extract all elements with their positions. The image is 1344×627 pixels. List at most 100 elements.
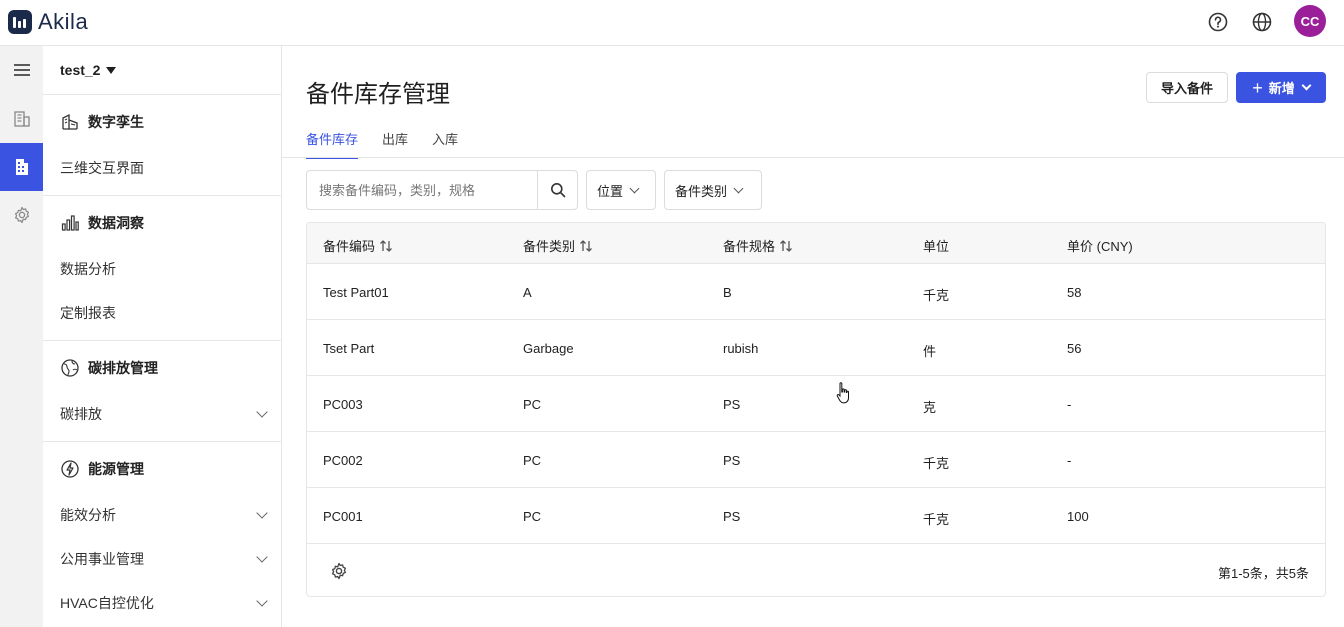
table-row[interactable]: PC001 PC PS 千克 100 [307,488,1325,544]
cell-unit: 千克 [923,456,950,471]
cell-category: PC [523,397,542,412]
earth-icon [61,359,79,377]
chevron-down-icon [256,551,268,563]
sidebar-item-carbon-emission[interactable]: 碳排放 [60,404,270,424]
tab-inbound[interactable]: 入库 [432,129,458,159]
chevron-down-icon [256,507,268,519]
tab-bar: 备件库存 出库 入库 [306,129,458,159]
table-row[interactable]: PC003 PC PS 克 - [307,376,1325,432]
filter-label: 备件类别 [675,183,728,199]
tab-spare-inventory[interactable]: 备件库存 [306,129,359,159]
divider [43,94,282,95]
sidebar-item-label: 数据分析 [60,261,116,277]
project-name: test_2 [60,62,101,78]
cell-code: PC003 [323,397,363,412]
cell-category: Garbage [523,341,574,356]
category-filter[interactable]: 备件类别 [664,170,762,210]
cell-category: PC [523,509,542,524]
column-label: 备件类别 [523,239,576,254]
chevron-down-icon [1301,80,1312,91]
cell-spec: PS [723,397,741,412]
cell-spec: PS [723,509,741,524]
cell-unit: 千克 [923,288,950,303]
globe-icon[interactable] [1251,11,1273,33]
rail-assets-button[interactable] [0,143,43,191]
column-label: 单位 [923,239,950,254]
top-bar: Akila CC [0,0,1344,46]
location-filter[interactable]: 位置 [586,170,656,210]
sidebar-item-label: 碳排放 [60,406,102,422]
help-icon[interactable] [1207,11,1229,33]
sidebar-item-data-analysis[interactable]: 数据分析 [60,259,270,279]
section-data-insight: 数据洞察 [60,213,144,233]
section-energy: 能源管理 [60,459,144,479]
cell-price: - [1067,453,1072,468]
sidebar: test_2 数字孪生 三维交互界面 数据洞察 数据分析 定制报表 碳排放管理 … [43,46,282,627]
divider [43,340,282,341]
table-row[interactable]: Tset Part Garbage rubish 件 56 [307,320,1325,376]
menu-toggle-button[interactable] [0,46,43,94]
column-label: 备件规格 [723,239,776,254]
cell-category: A [523,285,532,300]
rail-settings-button[interactable] [0,191,43,239]
import-parts-button[interactable]: 导入备件 [1146,72,1228,103]
sort-icon[interactable] [379,239,393,252]
sidebar-item-3d-interface[interactable]: 三维交互界面 [60,158,270,178]
cell-price: 58 [1067,285,1082,300]
table-row[interactable]: PC002 PC PS 千克 - [307,432,1325,488]
pagination-summary: 第1-5条，共5条 [1217,566,1309,581]
akila-logo[interactable]: Akila [8,9,88,35]
cell-unit: 件 [923,344,937,359]
search-input[interactable] [307,171,538,209]
hand-cursor-icon [836,382,849,404]
avatar[interactable]: CC [1294,5,1326,37]
column-header-price: 单价 (CNY) [1067,236,1133,255]
rail-building-button[interactable] [0,95,43,143]
column-label: 单价 (CNY) [1067,239,1133,254]
sort-icon[interactable] [579,239,593,252]
sidebar-item-label: HVAC自控优化 [60,595,154,611]
divider [43,195,282,196]
sidebar-item-label: 能效分析 [60,507,116,523]
cell-code: PC002 [323,453,363,468]
tab-outbound[interactable]: 出库 [382,129,408,159]
cell-spec: B [723,285,732,300]
cell-code: PC001 [323,509,363,524]
cell-unit: 千克 [923,512,950,527]
search-box [306,170,578,210]
add-new-label: 新增 [1268,81,1295,96]
table-settings-gear-icon[interactable] [330,562,348,580]
add-new-button[interactable]: + 新增 [1236,72,1326,103]
akila-logo-icon [8,10,32,34]
sidebar-item-utility-management[interactable]: 公用事业管理 [60,549,270,569]
bar-chart-icon [61,215,79,231]
search-button[interactable] [537,171,577,209]
chevron-down-icon [256,595,268,607]
app-name: Akila [38,9,89,34]
sidebar-item-energy-efficiency[interactable]: 能效分析 [60,505,270,525]
section-title: 碳排放管理 [88,360,158,376]
sidebar-item-label: 三维交互界面 [60,160,144,176]
spare-parts-table: 备件编码 备件类别 备件规格 单位 单价 (CNY) Test Part01 A… [306,222,1326,597]
section-title: 数据洞察 [88,215,144,231]
column-header-spec[interactable]: 备件规格 [723,236,793,255]
column-header-code[interactable]: 备件编码 [323,236,393,255]
gear-icon [14,206,29,224]
cell-price: 56 [1067,341,1082,356]
section-title: 数字孪生 [88,114,144,130]
sort-icon[interactable] [779,239,793,252]
column-header-unit: 单位 [923,236,949,255]
sidebar-item-custom-report[interactable]: 定制报表 [60,303,270,323]
chevron-down-icon [256,406,268,418]
search-icon [550,183,565,198]
plus-icon: + [1252,77,1263,98]
chevron-down-icon [733,183,744,193]
cell-category: PC [523,453,542,468]
sidebar-item-hvac[interactable]: HVAC自控优化 [60,593,270,613]
project-selector[interactable]: test_2 [60,62,117,78]
cell-spec: PS [723,453,741,468]
column-header-category[interactable]: 备件类别 [523,236,593,255]
table-row[interactable]: Test Part01 A B 千克 58 [307,264,1325,320]
icon-rail [0,46,43,627]
divider [43,441,282,442]
